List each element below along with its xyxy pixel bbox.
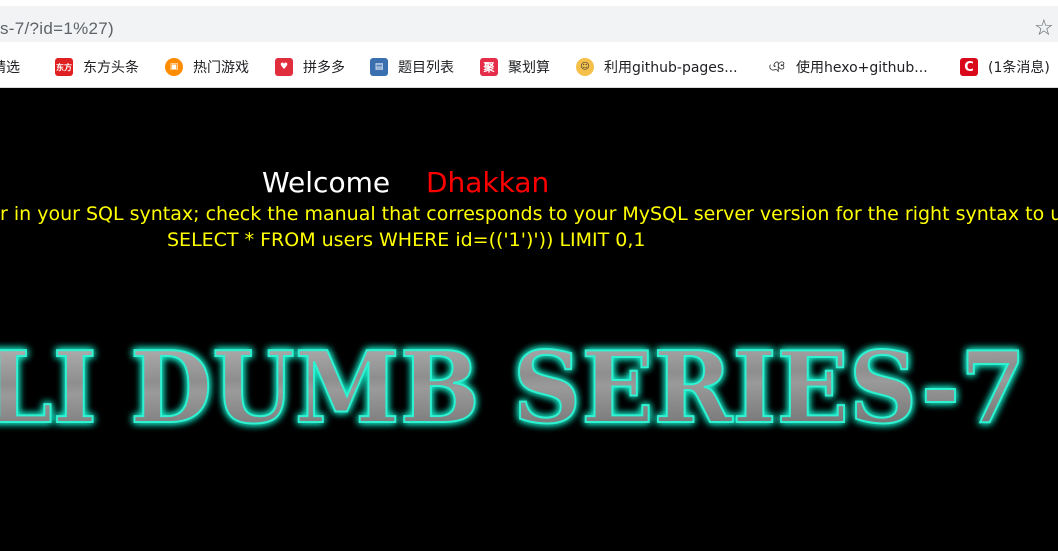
bookmark-label: 东方头条: [83, 60, 139, 76]
juhuasuan-icon: 聚: [480, 58, 498, 76]
list-icon: ▤: [370, 58, 388, 76]
avatar-icon: ☺: [576, 58, 594, 76]
game-icon: ▣: [165, 58, 183, 76]
bookmark-item[interactable]: 东方 东方头条: [55, 47, 139, 87]
series-banner: LI DUMB SERIES-7: [0, 332, 1058, 442]
bookmark-item[interactable]: ▣ 热门游戏: [165, 47, 249, 87]
url-text[interactable]: s-7/?id=1%27): [0, 19, 114, 39]
bookmark-item[interactable]: ঞ 使用hexo+github...: [768, 47, 928, 87]
bookmark-label: 精选: [0, 60, 20, 76]
bookmark-label: (1条消息): [988, 60, 1050, 76]
bookmark-label: 使用hexo+github...: [796, 60, 928, 76]
sql-query-text: SELECT * FROM users WHERE id=(('1')')) L…: [167, 229, 646, 251]
address-bar[interactable]: s-7/?id=1%27) ☆: [0, 6, 1058, 42]
sql-error-message: r in your SQL syntax; check the manual t…: [0, 203, 1058, 225]
welcome-text: Welcome: [262, 166, 391, 199]
bookmark-label: 拼多多: [303, 60, 345, 76]
browser-chrome: s-7/?id=1%27) ☆ 精选 东方 东方头条 ▣ 热门游戏 ♥ 拼多多 …: [0, 0, 1058, 88]
bookmark-label: 题目列表: [398, 60, 454, 76]
bookmark-item[interactable]: ▤ 题目列表: [370, 47, 454, 87]
bookmark-item[interactable]: 聚 聚划算: [480, 47, 550, 87]
pinduoduo-icon: ♥: [275, 58, 293, 76]
bookmark-item[interactable]: ♥ 拼多多: [275, 47, 345, 87]
bookmark-label: 利用github-pages...: [604, 60, 738, 76]
bookmark-item[interactable]: C (1条消息): [960, 47, 1050, 87]
csdn-icon: C: [960, 58, 978, 76]
username-text: Dhakkan: [426, 166, 550, 199]
bookmark-item[interactable]: 精选: [0, 47, 20, 87]
dongfang-icon: 东方: [55, 58, 73, 76]
bookmark-item[interactable]: ☺ 利用github-pages...: [576, 47, 738, 87]
bookmarks-bar: 精选 东方 东方头条 ▣ 热门游戏 ♥ 拼多多 ▤ 题目列表 聚 聚划算 ☺ 利…: [0, 47, 1058, 87]
bookmark-label: 热门游戏: [193, 60, 249, 76]
bookmark-star-icon[interactable]: ☆: [1034, 16, 1054, 41]
banner-title: LI DUMB SERIES-7: [0, 332, 1026, 442]
page-content: Welcome Dhakkan r in your SQL syntax; ch…: [0, 88, 1058, 551]
bookmark-label: 聚划算: [508, 60, 550, 76]
script-icon: ঞ: [768, 56, 786, 76]
